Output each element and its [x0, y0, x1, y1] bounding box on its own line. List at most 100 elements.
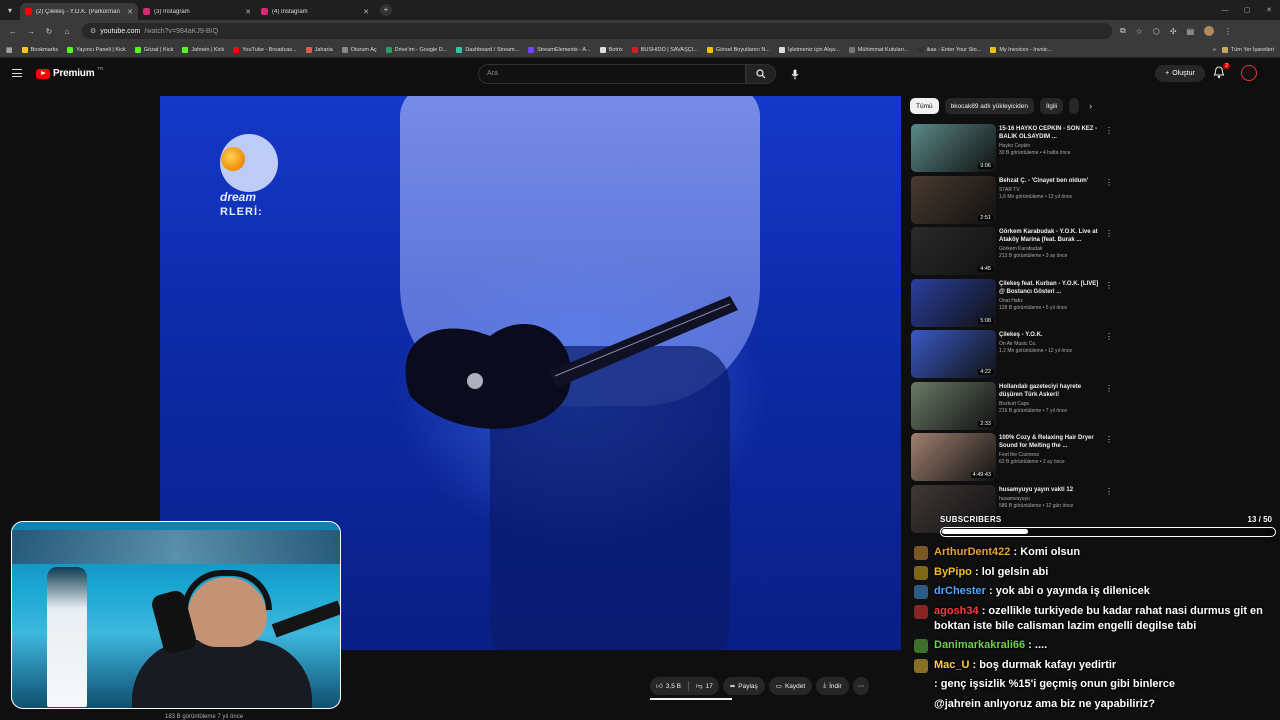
extensions-puzzle-icon[interactable]: ✣ — [1170, 27, 1177, 36]
more-vert-icon[interactable]: ⋮ — [1105, 384, 1113, 393]
video-title[interactable]: Görkem Karabudak - Y.O.K. Live at Ataköy… — [999, 228, 1099, 244]
channel-name[interactable]: Bozkurt Caps — [999, 401, 1099, 407]
bookmark-item[interactable]: Drive'ım - Google D... — [385, 46, 447, 53]
account-avatar[interactable] — [1241, 65, 1257, 81]
recommendation-item[interactable]: 9:06 15-16 HAYKO CEPKİN - SON KEZ - BALIK… — [911, 124, 1116, 176]
channel-name[interactable]: STAR TV — [999, 187, 1099, 193]
install-icon[interactable]: ⧉ — [1120, 26, 1126, 36]
search-button[interactable] — [746, 64, 776, 84]
bookmark-item[interactable]: Oturum Aç — [341, 46, 377, 53]
tab-close-icon[interactable]: ✕ — [127, 8, 133, 16]
bookmark-item[interactable]: Dashboard / Stream... — [456, 46, 519, 53]
tab-close-icon[interactable]: ✕ — [363, 8, 369, 16]
more-vert-icon[interactable]: ⋮ — [1105, 126, 1113, 135]
more-vert-icon[interactable]: ⋮ — [1105, 332, 1113, 341]
filter-chip[interactable]: Tümü — [910, 98, 939, 114]
video-thumbnail[interactable]: 4:49:43 — [911, 433, 996, 481]
video-thumbnail[interactable]: 9:06 — [911, 124, 996, 172]
sidepanel-icon[interactable]: ▤ — [1187, 27, 1195, 36]
reload-icon[interactable]: ↻ — [40, 27, 58, 36]
all-bookmarks[interactable]: Tüm Yer İşaretleri — [1221, 46, 1274, 53]
more-actions-button[interactable]: ⋯ — [852, 677, 870, 695]
dislike-button[interactable]: 👎︎ 17 — [696, 682, 713, 691]
channel-name[interactable]: husamvuyuyu — [999, 496, 1099, 502]
bookmark-item[interactable]: Yayıncı Paneli | Kick — [67, 46, 126, 53]
more-vert-icon[interactable]: ⋮ — [1105, 281, 1113, 290]
bookmark-item[interactable]: YouTube - Broadcas... — [233, 46, 297, 53]
filter-chip[interactable]: bkocak89 adlı yükleyiciden — [944, 98, 1034, 114]
bookmark-item[interactable]: Jaharia — [305, 46, 333, 53]
tab-search-icon[interactable]: ▾ — [0, 0, 20, 20]
bookmark-item[interactable]: Botrix — [599, 46, 623, 53]
recommendation-item[interactable]: 5:08 Çilekeş feat. Kurban - Y.O.K. [LIVE]… — [911, 278, 1116, 331]
video-title[interactable]: Hollandalı gazeteciyi hayrete düşüren Tü… — [999, 383, 1099, 399]
like-button[interactable]: 👍︎ 3,5 B — [656, 682, 681, 691]
video-thumbnail[interactable]: 4:45 — [911, 227, 996, 275]
voice-search-button[interactable] — [786, 65, 804, 83]
more-vert-icon[interactable]: ⋮ — [1105, 435, 1113, 444]
browser-tab[interactable]: (2) Çilekeş - Y.O.K. (Parkorman ✕ — [20, 3, 138, 20]
address-bar[interactable]: ⚙ youtube.com/watch?v=984aKJ9-BIQ — [82, 23, 1112, 39]
video-thumbnail[interactable]: 2:51 — [911, 175, 996, 224]
video-title[interactable]: 15-16 HAYKO CEPKİN - SON KEZ - BALIK OLS… — [999, 125, 1099, 141]
video-thumbnail[interactable]: 4:22 — [911, 330, 996, 378]
tab-close-icon[interactable]: ✕ — [245, 8, 251, 16]
maximize-icon[interactable]: ▢ — [1236, 0, 1258, 20]
bookmark-item[interactable]: My Invoices - Invoic... — [990, 46, 1052, 53]
bookmark-item[interactable]: Jahrein | Kick — [182, 46, 224, 53]
notifications-button[interactable]: 2 — [1213, 63, 1230, 80]
profile-avatar[interactable] — [1204, 26, 1215, 36]
chevron-right-icon[interactable]: › — [1089, 101, 1092, 111]
video-thumbnail[interactable]: 5:08 — [911, 278, 996, 327]
site-info-icon[interactable]: ⚙ — [90, 27, 96, 35]
filter-chip-partial[interactable] — [1069, 98, 1080, 114]
share-button[interactable]: ➦ Paylaş — [722, 677, 765, 695]
bookmark-item[interactable]: ikas - Enter Your Sto... — [917, 46, 981, 53]
chrome-menu-icon[interactable]: ⋮ — [1224, 27, 1232, 36]
recommendation-item[interactable]: 4:49:43 100% Cozy & Relaxing Hair Dryer S… — [911, 433, 1116, 485]
browser-tab[interactable]: (4) Instagram ✕ — [256, 3, 374, 20]
save-button[interactable]: ▭ Kaydet — [768, 677, 813, 695]
bookmark-item[interactable]: Gözat | Kick — [134, 46, 173, 53]
apps-grid-icon[interactable]: ▦ — [6, 46, 13, 54]
bookmark-item[interactable]: StreamElements - A... — [528, 46, 591, 53]
video-title[interactable]: 100% Cozy & Relaxing Hair Dryer Sound fo… — [999, 434, 1099, 450]
channel-name[interactable]: Feel the Coziness — [999, 452, 1099, 458]
recommendation-item[interactable]: 2:33 Hollandalı gazeteciyi hayrete düşüre… — [911, 381, 1116, 434]
video-title[interactable]: Behzat Ç. - 'Cinayet ben oldum' — [999, 177, 1099, 185]
close-window-icon[interactable]: ✕ — [1258, 0, 1280, 20]
home-icon[interactable]: ⌂ — [58, 27, 76, 36]
video-title[interactable]: husamyuyu yayın vakti 12 — [999, 486, 1099, 494]
more-vert-icon[interactable]: ⋮ — [1105, 178, 1113, 187]
recommendation-item[interactable]: 2:51 Behzat Ç. - 'Cinayet ben oldum' STAR … — [911, 175, 1116, 228]
recommendation-item[interactable]: 4:45 Görkem Karabudak - Y.O.K. Live at At… — [911, 227, 1116, 279]
bookmarks-overflow-icon[interactable]: » — [1213, 47, 1216, 53]
download-button[interactable]: ⤓ İndir — [816, 677, 849, 695]
channel-name[interactable]: Onat Hafız — [999, 298, 1099, 304]
bookmark-item[interactable]: Mühimmat Kutuları... — [848, 46, 909, 53]
menu-icon[interactable] — [12, 69, 22, 77]
minimize-icon[interactable]: — — [1214, 0, 1236, 20]
create-button[interactable]: + Oluştur — [1155, 65, 1205, 82]
video-title[interactable]: Çilekeş - Y.O.K. — [999, 331, 1099, 339]
channel-name[interactable]: Hayko Cepkin — [999, 143, 1099, 149]
filter-chip[interactable]: İlgili — [1039, 98, 1064, 114]
search-input[interactable]: Ara — [478, 64, 746, 84]
video-thumbnail[interactable]: 2:33 — [911, 381, 996, 430]
video-title[interactable]: Çilekeş feat. Kurban - Y.O.K. [LIVE] @ B… — [999, 280, 1099, 296]
more-vert-icon[interactable]: ⋮ — [1105, 487, 1113, 496]
bookmark-item[interactable]: BUSHIDO | SAVAŞÇI... — [631, 46, 698, 53]
extension-icon[interactable]: ⬡ — [1153, 27, 1160, 36]
more-vert-icon[interactable]: ⋮ — [1105, 229, 1113, 238]
forward-icon[interactable]: → — [22, 27, 40, 36]
youtube-logo[interactable]: Premium TR — [36, 66, 103, 79]
browser-tab[interactable]: (3) Instagram ✕ — [138, 3, 256, 20]
channel-name[interactable]: On Air Music Co. — [999, 341, 1099, 347]
channel-name[interactable]: Görkem Karabudak — [999, 246, 1099, 252]
bookmark-item[interactable]: Görsel Boyutlarını N... — [706, 46, 770, 53]
bookmark-item[interactable]: İşletmeniz için Alışv... — [778, 46, 840, 53]
new-tab-button[interactable]: + — [380, 4, 392, 16]
back-icon[interactable]: ← — [4, 27, 22, 36]
recommendation-item[interactable]: 4:22 Çilekeş - Y.O.K. On Air Music Co. 1,2 … — [911, 330, 1116, 382]
bookmark-star-icon[interactable]: ☆ — [1136, 27, 1143, 36]
